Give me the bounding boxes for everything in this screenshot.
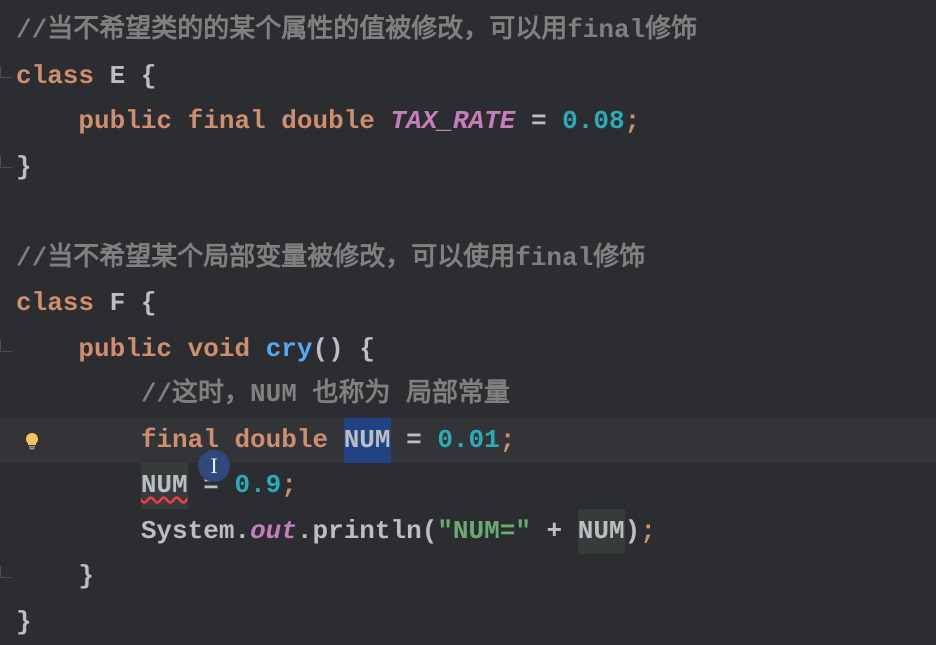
comment-text: //当不希望类的的某个属性的值被修改，可以用final修饰 bbox=[16, 8, 697, 54]
code-line[interactable]: class E { bbox=[16, 54, 936, 100]
fold-marker[interactable] bbox=[0, 340, 12, 352]
code-editor[interactable]: //当不希望类的的某个属性的值被修改，可以用final修饰 class E { … bbox=[16, 8, 936, 645]
code-line[interactable]: //当不希望类的的某个属性的值被修改，可以用final修饰 bbox=[16, 8, 936, 54]
semicolon: ; bbox=[640, 509, 656, 555]
text-cursor-indicator-icon bbox=[198, 450, 230, 482]
number-literal: 0.9 bbox=[234, 463, 281, 509]
code-line[interactable]: System.out.println("NUM=" + NUM); bbox=[16, 509, 936, 555]
open-brace: { bbox=[141, 54, 157, 100]
keyword-void: void bbox=[188, 327, 250, 373]
code-line[interactable] bbox=[16, 190, 936, 236]
fold-marker[interactable] bbox=[0, 566, 12, 578]
number-literal: 0.01 bbox=[437, 418, 499, 464]
close-brace: } bbox=[78, 554, 94, 600]
class-system: System bbox=[141, 509, 235, 555]
method-name-cry: cry bbox=[266, 327, 313, 373]
open-paren: ( bbox=[313, 327, 329, 373]
dot-operator: . bbox=[297, 509, 313, 555]
code-line[interactable]: //这时，NUM 也称为 局部常量 bbox=[16, 372, 936, 418]
keyword-public: public bbox=[78, 327, 172, 373]
var-num-highlighted: NUM bbox=[344, 418, 391, 464]
method-println: println bbox=[312, 509, 421, 555]
code-line[interactable]: class F { bbox=[16, 281, 936, 327]
close-brace: } bbox=[16, 600, 32, 645]
code-line[interactable]: NUM = 0.9; bbox=[16, 463, 936, 509]
field-tax-rate: TAX_RATE bbox=[391, 99, 516, 145]
keyword-public: public bbox=[78, 99, 172, 145]
semicolon: ; bbox=[625, 99, 641, 145]
code-line[interactable]: } bbox=[16, 600, 936, 645]
code-line-active[interactable]: final double NUM = 0.01; bbox=[0, 418, 936, 464]
close-brace: } bbox=[16, 145, 32, 191]
intention-bulb-icon[interactable] bbox=[22, 422, 42, 442]
dot-operator: . bbox=[234, 509, 250, 555]
number-literal: 0.08 bbox=[562, 99, 624, 145]
equals-operator: = bbox=[406, 418, 422, 464]
var-num-usage: NUM bbox=[578, 509, 625, 555]
equals-operator: = bbox=[531, 99, 547, 145]
close-paren: ) bbox=[625, 509, 641, 555]
semicolon: ; bbox=[281, 463, 297, 509]
field-out: out bbox=[250, 509, 297, 555]
code-line[interactable]: //当不希望某个局部变量被修改，可以使用final修饰 bbox=[16, 236, 936, 282]
code-line[interactable]: } bbox=[16, 554, 936, 600]
open-brace: { bbox=[141, 281, 157, 327]
var-num-error: NUM bbox=[141, 463, 188, 509]
keyword-class: class bbox=[16, 54, 94, 100]
gutter bbox=[0, 0, 16, 627]
keyword-double: double bbox=[234, 418, 328, 464]
code-line[interactable]: public final double TAX_RATE = 0.08; bbox=[16, 99, 936, 145]
string-literal: "NUM=" bbox=[437, 509, 531, 555]
comment-text: //当不希望某个局部变量被修改，可以使用final修饰 bbox=[16, 236, 645, 282]
open-paren: ( bbox=[422, 509, 438, 555]
code-line[interactable]: } bbox=[16, 145, 936, 191]
fold-marker[interactable] bbox=[0, 66, 12, 78]
open-brace: { bbox=[359, 327, 375, 373]
semicolon: ; bbox=[500, 418, 516, 464]
keyword-class: class bbox=[16, 281, 94, 327]
fold-marker[interactable] bbox=[0, 156, 12, 168]
class-name-E: E bbox=[110, 54, 126, 100]
keyword-double: double bbox=[281, 99, 375, 145]
code-line[interactable]: public void cry() { bbox=[16, 327, 936, 373]
comment-text: //这时，NUM 也称为 局部常量 bbox=[141, 372, 510, 418]
plus-operator: + bbox=[547, 509, 563, 555]
close-paren: ) bbox=[328, 327, 344, 373]
keyword-final: final bbox=[188, 99, 266, 145]
class-name-F: F bbox=[110, 281, 126, 327]
